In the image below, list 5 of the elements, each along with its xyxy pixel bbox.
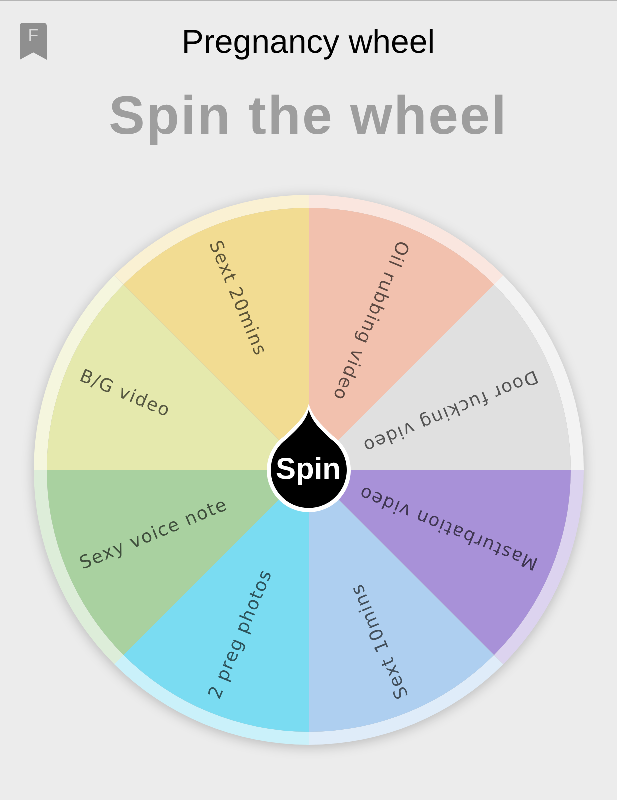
page-title: Pregnancy wheel	[180, 25, 436, 58]
spin-button[interactable]: Spin	[264, 402, 352, 514]
segment-label: Sexy voice note	[76, 494, 230, 574]
spin-heading: Spin the wheel	[108, 89, 508, 144]
segment-label: B/G video	[76, 366, 174, 422]
